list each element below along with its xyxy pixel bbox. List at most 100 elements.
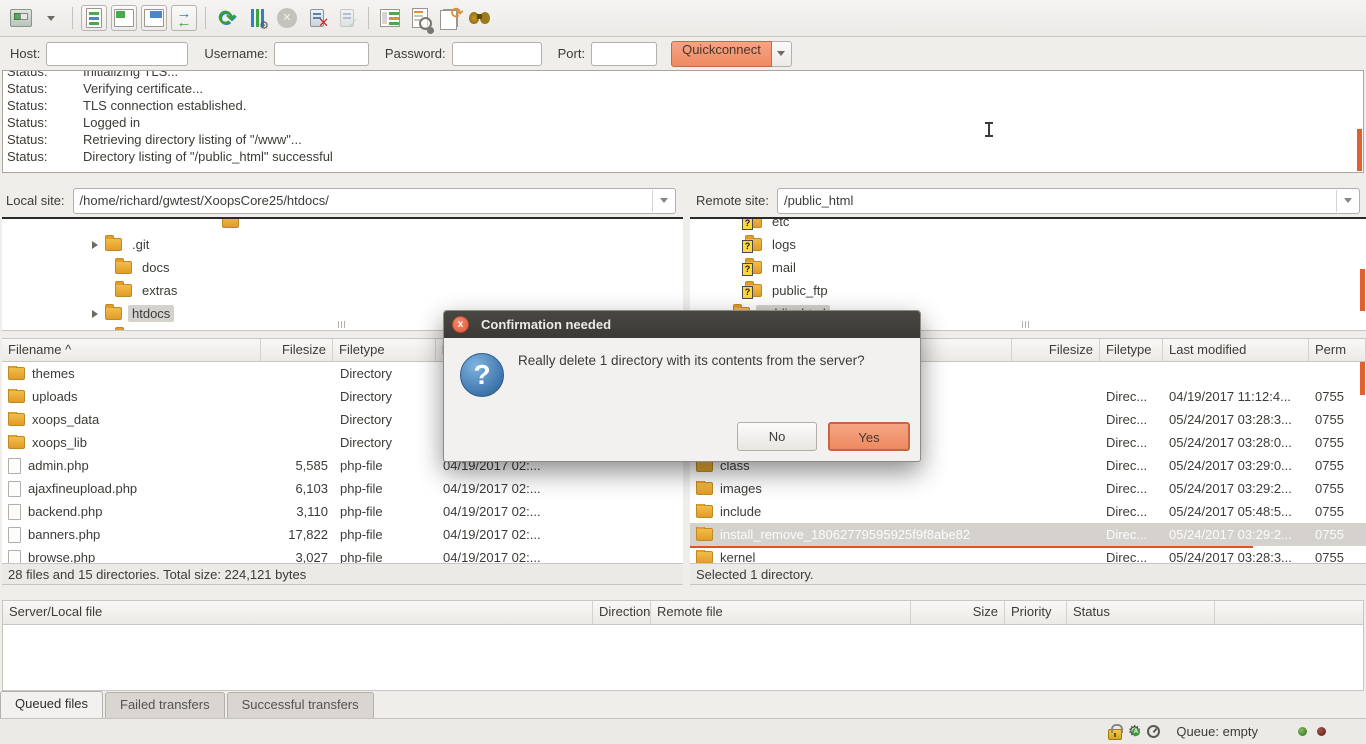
file-row[interactable]: imagesDirec...05/24/2017 03:29:2...0755	[690, 477, 1366, 500]
queue-size-label: Queue: empty	[1176, 724, 1258, 739]
log-line-message: Retrieving directory listing of "/www"..…	[83, 132, 302, 147]
username-input[interactable]	[274, 42, 369, 66]
toolbar-separator	[72, 7, 73, 29]
remote-path-combo[interactable]: /public_html	[777, 188, 1360, 214]
synchronized-browsing-button[interactable]	[437, 5, 463, 31]
port-input[interactable]	[591, 42, 657, 66]
modified-cell: 04/19/2017 02:...	[437, 481, 683, 496]
file-row[interactable]: backend.php3,110php-file04/19/2017 02:..…	[2, 500, 683, 523]
filename-cell: include	[690, 504, 1012, 519]
toggle-local-tree-button[interactable]	[111, 5, 137, 31]
tab-failed-transfers[interactable]: Failed transfers	[105, 692, 225, 718]
folder-icon	[8, 436, 25, 449]
quickconnect-dropdown[interactable]	[772, 41, 792, 67]
filetype-cell: Directory	[334, 389, 437, 404]
log-scrollbar[interactable]	[1357, 129, 1362, 171]
file-search-button[interactable]	[407, 5, 433, 31]
statusbar: ⚙ Queue: empty	[0, 718, 1366, 744]
log-line: Status:Verifying certificate...	[3, 80, 1363, 97]
log-line: Status:TLS connection established.	[3, 97, 1363, 114]
toggle-message-log-button[interactable]	[81, 5, 107, 31]
file-row[interactable]: banners.php17,822php-file04/19/2017 02:.…	[2, 523, 683, 546]
close-icon[interactable]: x	[452, 316, 469, 333]
log-line-message: TLS connection established.	[83, 98, 246, 113]
site-manager-dropdown[interactable]	[38, 5, 64, 31]
secure-connection-lock-icon[interactable]	[1108, 729, 1122, 740]
modified-cell: 05/24/2017 05:48:5...	[1163, 504, 1309, 519]
tree-item-.git[interactable]: .git	[2, 233, 683, 256]
log-line-message: Logged in	[83, 115, 140, 130]
directory-comparison-button[interactable]	[377, 5, 403, 31]
site-manager-button[interactable]	[8, 5, 34, 31]
host-input[interactable]	[46, 42, 188, 66]
filetype-cell: Directory	[334, 435, 437, 450]
column-header-filename[interactable]: Filename ^	[2, 339, 261, 361]
column-header-priority[interactable]: Priority	[1005, 601, 1067, 624]
find-files-button[interactable]	[467, 5, 493, 31]
remote-status: Selected 1 directory.	[690, 563, 1366, 585]
settings-gear-icon[interactable]: ⚙	[1128, 724, 1141, 739]
no-button[interactable]: No	[737, 422, 817, 451]
queue-body[interactable]	[2, 625, 1364, 691]
tree-item-mail[interactable]: mail	[690, 256, 1366, 279]
tree-expand-arrow[interactable]	[92, 241, 98, 249]
disconnect-button[interactable]	[304, 5, 330, 31]
site-manager-dropdown	[47, 16, 55, 21]
local-path-combo[interactable]: /home/richard/gwtest/XoopsCore25/htdocs/	[73, 188, 676, 214]
tree-item-extras[interactable]: extras	[2, 279, 683, 302]
filename-cell: backend.php	[2, 504, 262, 520]
dialog-titlebar[interactable]: x Confirmation needed	[444, 311, 920, 338]
local-path-dropdown[interactable]	[652, 190, 674, 212]
filter-button[interactable]	[244, 5, 270, 31]
toggle-transfer-queue-button[interactable]: →←	[171, 5, 197, 31]
remote-path-dropdown[interactable]	[1336, 190, 1358, 212]
column-header-server-local-file[interactable]: Server/Local file	[3, 601, 593, 624]
yes-button[interactable]: Yes	[828, 422, 910, 451]
filename-label: include	[720, 504, 761, 519]
tree-item-etc[interactable]: etc	[690, 217, 1366, 233]
filename-cell: kernel	[690, 550, 1012, 563]
tree-expand-arrow[interactable]	[92, 310, 98, 318]
perm-cell: 0755	[1309, 435, 1366, 450]
tab-successful-transfers[interactable]: Successful transfers	[227, 692, 374, 718]
toggle-remote-tree-button[interactable]	[141, 5, 167, 31]
column-header-filetype[interactable]: Filetype	[1100, 339, 1163, 361]
column-header-filetype[interactable]: Filetype	[333, 339, 436, 361]
quickconnect-button[interactable]: Quickconnect	[671, 41, 772, 67]
filetype-cell: Direc...	[1100, 458, 1163, 473]
toolbar-separator	[205, 7, 206, 29]
perm-cell: 0755	[1309, 458, 1366, 473]
remote-list-scrollbar[interactable]	[1360, 362, 1365, 395]
tree-item-docs[interactable]: docs	[2, 256, 683, 279]
message-log[interactable]: Status:Initializing TLS...Status:Verifyi…	[2, 70, 1364, 173]
speed-limits-icon[interactable]	[1147, 725, 1160, 738]
column-header-filesize[interactable]: Filesize	[261, 339, 333, 361]
reconnect-button	[334, 5, 360, 31]
file-row[interactable]: kernelDirec...05/24/2017 03:28:3...0755	[690, 546, 1366, 563]
file-row[interactable]: includeDirec...05/24/2017 05:48:5...0755	[690, 500, 1366, 523]
column-header-status[interactable]: Status	[1067, 601, 1215, 624]
filetype-cell: Direc...	[1100, 435, 1163, 450]
column-header-direction[interactable]: Direction	[593, 601, 651, 624]
filename-label: ajaxfineupload.php	[28, 481, 137, 496]
column-header-filesize[interactable]: Filesize	[1012, 339, 1100, 361]
file-row[interactable]: ajaxfineupload.php6,103php-file04/19/201…	[2, 477, 683, 500]
tree-item-public_ftp[interactable]: public_ftp	[690, 279, 1366, 302]
column-header-size[interactable]: Size	[911, 601, 1005, 624]
perm-cell: 0755	[1309, 389, 1366, 404]
password-input[interactable]	[452, 42, 542, 66]
filename-cell: xoops_lib	[2, 435, 262, 450]
file-row[interactable]: install_remove_18062779595925f9f8abe82Di…	[690, 523, 1366, 546]
column-header-remote-file[interactable]: Remote file	[651, 601, 911, 624]
tree-item[interactable]	[2, 217, 683, 233]
refresh-button[interactable]: ⟳	[214, 5, 240, 31]
filename-label: install_remove_18062779595925f9f8abe82	[720, 527, 970, 542]
file-row[interactable]: browse.php3,027php-file04/19/2017 02:...	[2, 546, 683, 563]
tree-item-logs[interactable]: logs	[690, 233, 1366, 256]
filename-label: xoops_lib	[32, 435, 87, 450]
modified-cell: 05/24/2017 03:28:3...	[1163, 412, 1309, 427]
filename-cell: themes	[2, 366, 262, 381]
column-header-perm[interactable]: Perm	[1309, 339, 1366, 361]
column-header-last-modified[interactable]: Last modified	[1163, 339, 1309, 361]
tab-queued-files[interactable]: Queued files	[0, 691, 103, 718]
